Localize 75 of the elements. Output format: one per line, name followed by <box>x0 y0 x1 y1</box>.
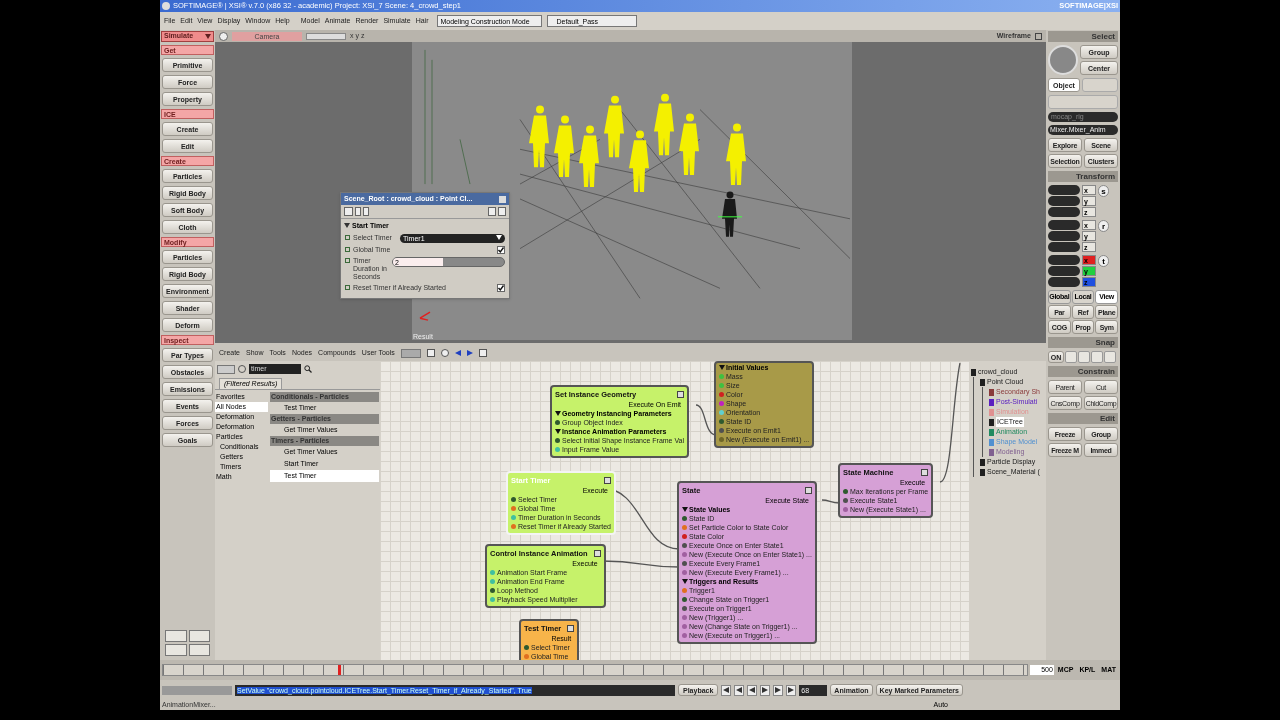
node-menu-icon[interactable] <box>604 477 611 485</box>
person-figure <box>529 105 549 168</box>
node-menu-icon[interactable] <box>567 625 575 633</box>
person-figure <box>554 115 574 178</box>
animation-marker-icon[interactable] <box>345 234 350 240</box>
transform-mode-button[interactable]: t <box>1098 255 1109 267</box>
expand-caret-icon <box>682 578 688 585</box>
snap-option-icon[interactable] <box>1065 351 1077 363</box>
app-icon <box>162 2 170 10</box>
expand-caret-icon <box>555 410 561 417</box>
transform-mode-button[interactable]: s <box>1098 185 1109 197</box>
expand-caret-icon <box>555 428 561 435</box>
view-toggle-icon[interactable] <box>306 32 346 40</box>
person-figure <box>654 93 674 156</box>
person-figure <box>726 123 746 186</box>
panel-layout-icon[interactable] <box>188 630 210 642</box>
transport-control-icon[interactable] <box>773 684 784 696</box>
node-menu-icon[interactable] <box>921 469 929 477</box>
node-menu-icon[interactable] <box>677 391 685 399</box>
graph-node[interactable] <box>677 481 817 645</box>
selection-marker <box>717 216 743 218</box>
animation-marker-icon[interactable] <box>345 257 350 263</box>
panel-layout-icon[interactable] <box>188 644 210 656</box>
snap-option-icon[interactable] <box>1091 351 1103 363</box>
person-figure <box>679 113 699 176</box>
node-menu-icon[interactable] <box>593 550 601 558</box>
value-field[interactable] <box>1048 255 1080 265</box>
panel-header[interactable]: Snap <box>1048 337 1118 348</box>
person-figure <box>579 125 599 188</box>
checkbox[interactable] <box>497 283 505 292</box>
value-field[interactable] <box>1048 266 1080 276</box>
snap-option-icon[interactable] <box>1104 351 1116 363</box>
transport-control-icon[interactable] <box>747 684 758 696</box>
maximize-icon[interactable] <box>1035 32 1042 40</box>
viewport-icon[interactable] <box>219 31 228 41</box>
view-dropdown[interactable] <box>217 364 235 374</box>
connection-wire <box>695 404 717 436</box>
panel-header[interactable]: Select <box>1048 31 1118 42</box>
transport-control-icon[interactable] <box>760 684 771 696</box>
checkbox[interactable] <box>497 245 505 254</box>
panel-layout-icon[interactable] <box>165 644 187 656</box>
caret-icon <box>496 235 502 241</box>
animation-marker-icon[interactable] <box>345 284 350 290</box>
playhead-marker[interactable] <box>338 665 341 675</box>
expand-caret-icon <box>682 506 688 513</box>
value-field[interactable] <box>1048 242 1080 252</box>
panel-header[interactable]: Constrain <box>1048 366 1118 377</box>
search-icon[interactable] <box>304 365 312 373</box>
transport-control-icon[interactable] <box>734 684 745 696</box>
value-field[interactable] <box>1048 277 1080 287</box>
forward-arrow-icon <box>466 350 473 356</box>
value-field[interactable] <box>1048 185 1080 195</box>
value-field[interactable] <box>1048 196 1080 206</box>
value-field[interactable] <box>1048 207 1080 217</box>
panel-header[interactable]: Transform <box>1048 171 1118 182</box>
toolbar-icon[interactable] <box>400 348 421 358</box>
expand-caret-icon <box>719 364 725 371</box>
transport-control-icon[interactable] <box>786 684 797 696</box>
axis-gizmo-icon <box>419 311 431 321</box>
node-menu-icon[interactable] <box>804 487 812 495</box>
panel-layout-icon[interactable] <box>165 630 187 642</box>
value-field[interactable] <box>1048 231 1080 241</box>
person-figure <box>629 130 649 192</box>
panel-header[interactable]: Edit <box>1048 413 1118 424</box>
back-arrow-icon <box>454 350 461 356</box>
animation-marker-icon[interactable] <box>345 246 350 252</box>
person-figure <box>604 95 624 158</box>
snap-option-icon[interactable] <box>1078 351 1090 363</box>
expand-caret-icon <box>344 223 350 230</box>
transport-control-icon[interactable] <box>721 684 732 696</box>
value-field[interactable] <box>1048 220 1080 230</box>
caret-icon <box>205 33 211 40</box>
person-figure <box>722 191 737 237</box>
timeline-ruler[interactable] <box>162 664 1028 676</box>
transform-mode-button[interactable]: r <box>1098 220 1109 232</box>
